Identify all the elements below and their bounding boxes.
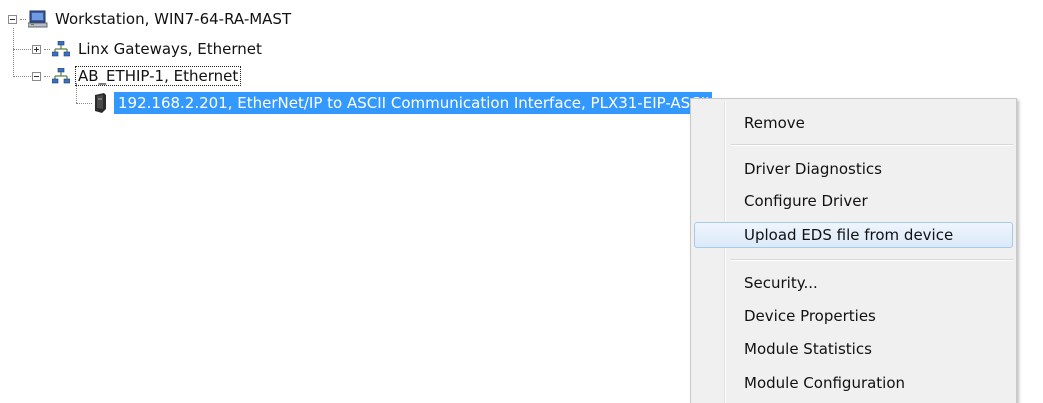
tree-node-linx-gateways[interactable]: Linx Gateways, Ethernet bbox=[32, 38, 265, 60]
menu-item-driver-diagnostics[interactable]: Driver Diagnostics bbox=[694, 156, 1013, 182]
device-label: 192.168.2.201, EtherNet/IP to ASCII Comm… bbox=[114, 92, 712, 114]
context-menu: Remove Driver Diagnostics Configure Driv… bbox=[690, 98, 1017, 403]
tree-connector-ab bbox=[13, 76, 33, 77]
menu-item-label: Driver Diagnostics bbox=[744, 160, 882, 178]
workstation-label: Workstation, WIN7-64-RA-MAST bbox=[55, 10, 292, 28]
menu-item-label: Upload EDS file from device bbox=[744, 226, 954, 244]
collapse-icon[interactable] bbox=[8, 14, 17, 24]
menu-item-module-configuration[interactable]: Module Configuration bbox=[694, 370, 1013, 396]
tree-connector-linx bbox=[13, 49, 33, 50]
rslinx-browse-window: Workstation, WIN7-64-RA-MAST Linx Gatewa… bbox=[0, 0, 1043, 403]
menu-item-label: Module Statistics bbox=[744, 340, 872, 358]
menu-item-label: Configure Driver bbox=[744, 192, 868, 210]
tree-node-device[interactable]: 192.168.2.201, EtherNet/IP to ASCII Comm… bbox=[92, 92, 712, 114]
menu-item-label: Device Properties bbox=[744, 307, 876, 325]
menu-item-device-properties[interactable]: Device Properties bbox=[694, 303, 1013, 329]
menu-item-label: Remove bbox=[744, 114, 805, 132]
network-icon bbox=[52, 68, 70, 84]
menu-item-label: Module Configuration bbox=[744, 374, 906, 392]
tree-dots bbox=[20, 18, 26, 20]
menu-item-label: Security... bbox=[744, 274, 818, 292]
menu-separator bbox=[731, 259, 1013, 261]
linx-gateways-label: Linx Gateways, Ethernet bbox=[78, 40, 262, 58]
collapse-icon[interactable] bbox=[32, 71, 41, 81]
menu-item-security[interactable]: Security... bbox=[694, 270, 1013, 296]
computer-icon bbox=[28, 10, 48, 28]
tree-node-ab-ethip[interactable]: AB_ETHIP-1, Ethernet bbox=[32, 65, 242, 87]
device-icon bbox=[95, 93, 106, 113]
menu-item-remove[interactable]: Remove bbox=[694, 110, 1013, 136]
expand-icon[interactable] bbox=[32, 44, 41, 54]
menu-separator bbox=[731, 144, 1013, 146]
menu-item-module-statistics[interactable]: Module Statistics bbox=[694, 336, 1013, 362]
network-icon bbox=[52, 41, 70, 57]
tree-connector-root bbox=[13, 28, 14, 75]
tree-connector-device bbox=[76, 103, 92, 104]
ab-ethip-label: AB_ETHIP-1, Ethernet bbox=[75, 66, 242, 86]
menu-item-upload-eds[interactable]: Upload EDS file from device bbox=[694, 222, 1013, 248]
tree-node-workstation[interactable]: Workstation, WIN7-64-RA-MAST bbox=[8, 8, 294, 30]
tree-dots bbox=[44, 48, 50, 50]
menu-item-configure-driver[interactable]: Configure Driver bbox=[694, 188, 1013, 214]
tree-dots bbox=[44, 75, 50, 77]
